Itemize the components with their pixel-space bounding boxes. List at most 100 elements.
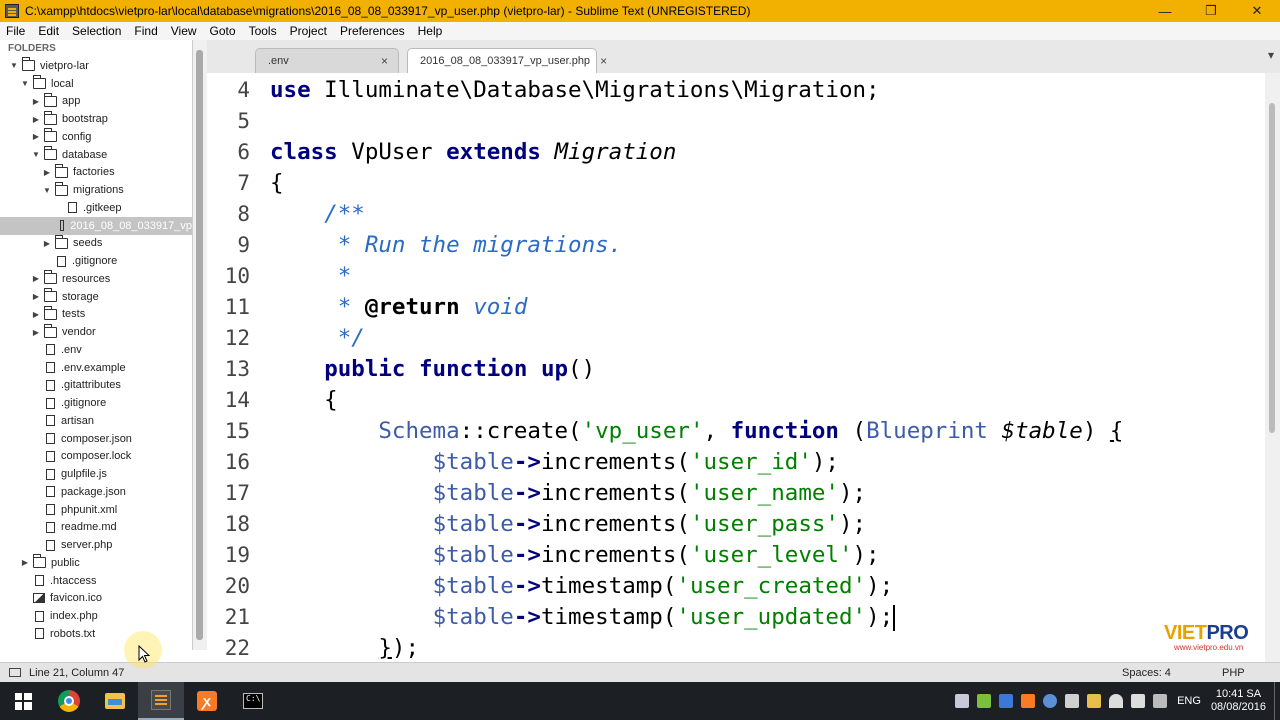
sidebar-folder[interactable]: ▼ vietpro-lar bbox=[0, 57, 192, 75]
menu-edit[interactable]: Edit bbox=[32, 24, 66, 38]
code-line[interactable]: 12 */ bbox=[207, 323, 1265, 354]
indentation-setting[interactable]: Spaces: 4 bbox=[1122, 667, 1222, 679]
tab-close-icon[interactable]: × bbox=[600, 54, 607, 68]
menu-goto[interactable]: Goto bbox=[204, 24, 243, 38]
collapsed-arrow-icon[interactable]: ▶ bbox=[30, 274, 42, 283]
editor-scrollbar[interactable] bbox=[1265, 73, 1280, 662]
action-center-icon[interactable] bbox=[1153, 694, 1168, 708]
clock[interactable]: 10:41 SA 08/08/2016 bbox=[1211, 688, 1266, 714]
taskbar-chrome[interactable] bbox=[46, 682, 92, 720]
bluetooth-icon[interactable] bbox=[1043, 694, 1058, 708]
sidebar-file[interactable]: gulpfile.js bbox=[0, 465, 192, 483]
code-line[interactable]: 7{ bbox=[207, 168, 1265, 199]
tray-app-icon[interactable] bbox=[1065, 694, 1080, 708]
collapsed-arrow-icon[interactable]: ▶ bbox=[30, 97, 42, 106]
code-line[interactable]: 11 * @return void bbox=[207, 292, 1265, 323]
menu-preferences[interactable]: Preferences bbox=[334, 24, 412, 38]
sidebar-file[interactable]: composer.lock bbox=[0, 448, 192, 466]
sidebar-folder[interactable]: ▶ config bbox=[0, 128, 192, 146]
expanded-arrow-icon[interactable]: ▼ bbox=[19, 79, 31, 88]
sidebar-file[interactable]: readme.md bbox=[0, 519, 192, 537]
sidebar-folder[interactable]: ▶ seeds bbox=[0, 234, 192, 253]
code-line[interactable]: 22 }); bbox=[207, 633, 1265, 662]
expanded-arrow-icon[interactable]: ▼ bbox=[8, 61, 20, 70]
tab-env[interactable]: .env × bbox=[255, 48, 399, 73]
sidebar-file[interactable]: composer.json bbox=[0, 430, 192, 448]
menu-find[interactable]: Find bbox=[128, 24, 164, 38]
sidebar-file[interactable]: index.php bbox=[0, 607, 192, 625]
taskbar-xampp[interactable]: ꭗ bbox=[184, 682, 230, 720]
sidebar-file[interactable]: .gitignore bbox=[0, 252, 192, 270]
sidebar-folder[interactable]: ▶ factories bbox=[0, 163, 192, 182]
code-line[interactable]: 15 Schema::create('vp_user', function (B… bbox=[207, 416, 1265, 447]
minimize-button[interactable]: — bbox=[1142, 0, 1188, 22]
taskbar-file-explorer[interactable] bbox=[92, 682, 138, 720]
start-button[interactable] bbox=[0, 682, 46, 720]
sidebar-folder[interactable]: ▶ app bbox=[0, 92, 192, 111]
sidebar-file[interactable]: phpunit.xml bbox=[0, 501, 192, 519]
sidebar-file[interactable]: .gitignore bbox=[0, 394, 192, 412]
menu-file[interactable]: File bbox=[0, 24, 32, 38]
sidebar-file[interactable]: server.php bbox=[0, 536, 192, 554]
sidebar-folder[interactable]: ▼ local bbox=[0, 75, 192, 93]
input-language[interactable]: ENG bbox=[1177, 695, 1201, 707]
tray-xampp-icon[interactable] bbox=[1021, 694, 1036, 708]
sidebar-folder[interactable]: ▶ public bbox=[0, 554, 192, 572]
menu-project[interactable]: Project bbox=[284, 24, 334, 38]
wifi-icon[interactable] bbox=[1109, 694, 1124, 708]
sidebar-file[interactable]: artisan bbox=[0, 412, 192, 430]
editor-scroll-thumb[interactable] bbox=[1269, 103, 1275, 433]
volume-icon[interactable] bbox=[1131, 694, 1146, 708]
close-button[interactable]: ✕ bbox=[1234, 0, 1280, 22]
code-editor[interactable]: 4 use Illuminate\Database\Migrations\Migr… bbox=[207, 73, 1265, 662]
code-line[interactable]: 8 /** bbox=[207, 199, 1265, 230]
tab-overflow-icon[interactable]: ▾ bbox=[1268, 48, 1274, 62]
syntax-setting[interactable]: PHP bbox=[1222, 667, 1280, 679]
menu-selection[interactable]: Selection bbox=[66, 24, 128, 38]
code-line[interactable]: 4 use Illuminate\Database\Migrations\Migr… bbox=[207, 75, 1265, 106]
tab-close-icon[interactable]: × bbox=[381, 54, 388, 68]
code-line[interactable]: 17 $table->increments('user_name'); bbox=[207, 478, 1265, 509]
sidebar-file[interactable]: favicon.ico bbox=[0, 590, 192, 608]
sidebar-file[interactable]: .gitattributes bbox=[0, 377, 192, 395]
sidebar-file[interactable]: 2016_08_08_033917_vp bbox=[0, 216, 192, 235]
menu-tools[interactable]: Tools bbox=[243, 24, 284, 38]
code-line[interactable]: 14 { bbox=[207, 385, 1265, 416]
expanded-arrow-icon[interactable]: ▼ bbox=[41, 186, 53, 195]
collapsed-arrow-icon[interactable]: ▶ bbox=[30, 115, 42, 124]
collapsed-arrow-icon[interactable]: ▶ bbox=[30, 328, 42, 337]
code-line[interactable]: 20 $table->timestamp('user_created'); bbox=[207, 571, 1265, 602]
maximize-button[interactable]: ❐ bbox=[1188, 0, 1234, 22]
sidebar-file[interactable]: .env bbox=[0, 341, 192, 359]
sidebar-file[interactable]: .htaccess bbox=[0, 572, 192, 590]
sidebar-folder[interactable]: ▶ bootstrap bbox=[0, 110, 192, 128]
collapsed-arrow-icon[interactable]: ▶ bbox=[30, 310, 42, 319]
taskbar-command-prompt[interactable]: C:\ bbox=[230, 682, 276, 720]
code-line[interactable]: 13 public function up() bbox=[207, 354, 1265, 385]
sidebar-folder[interactable]: ▶ storage bbox=[0, 288, 192, 306]
sidebar-scroll-thumb[interactable] bbox=[196, 50, 203, 640]
collapsed-arrow-icon[interactable]: ▶ bbox=[41, 239, 53, 248]
battery-icon[interactable] bbox=[1087, 694, 1102, 708]
menu-view[interactable]: View bbox=[165, 24, 204, 38]
sidebar-folder[interactable]: ▼ database bbox=[0, 146, 192, 164]
collapsed-arrow-icon[interactable]: ▶ bbox=[41, 168, 53, 177]
sidebar-folder[interactable]: ▶ resources bbox=[0, 270, 192, 288]
tray-app-icon[interactable] bbox=[977, 694, 992, 708]
collapsed-arrow-icon[interactable]: ▶ bbox=[19, 558, 31, 567]
sidebar-file[interactable]: .env.example bbox=[0, 359, 192, 377]
show-desktop-button[interactable] bbox=[1274, 682, 1280, 720]
code-line[interactable]: 10 * bbox=[207, 261, 1265, 292]
taskbar-sublime-text[interactable] bbox=[138, 682, 184, 720]
expanded-arrow-icon[interactable]: ▼ bbox=[30, 150, 42, 159]
sidebar-folder[interactable]: ▶ tests bbox=[0, 305, 192, 324]
code-line[interactable]: 19 $table->increments('user_level'); bbox=[207, 540, 1265, 571]
code-line[interactable]: 16 $table->increments('user_id'); bbox=[207, 447, 1265, 478]
sidebar-file[interactable]: .gitkeep bbox=[0, 199, 192, 217]
sidebar-folder[interactable]: ▼ migrations bbox=[0, 181, 192, 199]
sidebar-folder[interactable]: ▶ vendor bbox=[0, 323, 192, 341]
sidebar-file[interactable]: robots.txt bbox=[0, 625, 192, 643]
sidebar-file[interactable]: package.json bbox=[0, 483, 192, 501]
code-line[interactable]: 6 class VpUser extends Migration bbox=[207, 137, 1265, 168]
collapsed-arrow-icon[interactable]: ▶ bbox=[30, 292, 42, 301]
